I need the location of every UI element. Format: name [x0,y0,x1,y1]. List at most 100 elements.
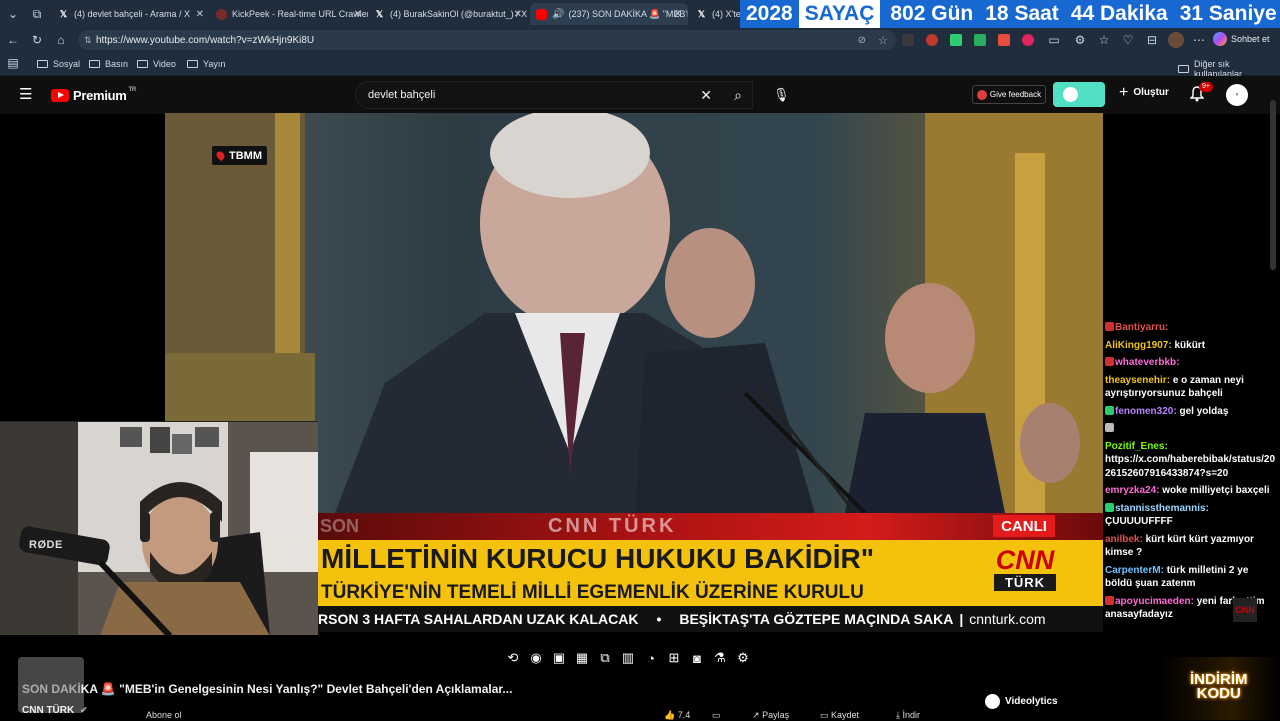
extension-toggle[interactable] [1053,82,1105,107]
videolytics-extension[interactable]: Videolytics [985,694,1058,709]
site-info-icon[interactable]: ⇅ [84,35,92,46]
give-feedback-button[interactable]: Give feedback [972,85,1046,104]
sayac-year: 2028 [746,2,793,25]
screenshot-icon[interactable]: ▣ [551,650,567,666]
tab-x-search[interactable]: 𝕏 (4) devlet bahçeli - Arama / X ✕ [52,3,210,25]
microphone-icon[interactable]: 🎙 [773,87,790,103]
dislike-icon[interactable]: ▭ [712,710,721,721]
youtube-premium-logo[interactable]: Premium TR [51,86,137,103]
back-arrow-icon[interactable]: ← [5,32,21,48]
like-button[interactable]: 👍 7.4 [664,710,690,721]
account-avatar[interactable]: ● [1226,84,1248,106]
folder-icon [1178,65,1189,73]
reading-list-icon[interactable]: ▤ [5,55,21,71]
tab-x-other[interactable]: 𝕏 (4) X'te V [690,3,740,25]
downloads-icon[interactable]: ⊟ [1144,32,1160,48]
bookmark-folder-video[interactable]: Video [137,59,176,69]
split-screen-icon[interactable]: ▭ [1046,32,1062,48]
bookmark-label: Yayın [203,59,226,69]
videolytics-label: Videolytics [1005,696,1058,707]
favorite-star-icon[interactable]: ☆ [878,34,888,47]
streamer-webcam [0,421,318,635]
channel-watermark: CNN TÜRK [548,515,677,537]
refresh-icon[interactable]: ↻ [29,32,45,48]
search-icon[interactable]: ⌕ [734,87,742,104]
bookmark-label: Sosyal [53,59,81,69]
create-label: Oluştur [1133,87,1169,98]
save-label: Kaydet [831,710,860,720]
videolytics-icon [985,694,1000,709]
youtube-play-icon [51,89,69,102]
more-menu-icon[interactable]: ⋯ [1191,32,1207,48]
logo-bottom: TÜRK [994,574,1056,591]
tab-x-profile[interactable]: 𝕏 (4) BurakSakinOl (@buraktut_) / X ✕ [368,3,528,25]
extension-icon-5[interactable] [998,34,1010,46]
share-button[interactable]: ↗ Paylaş [752,710,789,721]
logo-country: TR [128,86,137,93]
tab-youtube-active[interactable]: 🔊 (237) SON DAKİKA 🚨 "MEB'in ✕ [530,3,688,25]
chat-message: Bantiyarru: [1103,320,1280,338]
ticker-separator: • [656,611,662,627]
ghost-text: SON [320,516,360,536]
extension-icon-1[interactable] [902,34,914,46]
settings-gear-icon[interactable]: ⚙ [1072,32,1088,48]
page-scrollbar[interactable] [1270,100,1276,270]
create-button[interactable]: + Oluştur [1119,84,1169,100]
speedometer-icon[interactable]: ◔ [643,650,659,666]
channel-name[interactable]: CNN TÜRK ✔ [22,705,88,716]
camera-icon[interactable]: ◙ [689,650,705,666]
close-icon[interactable]: ✕ [514,9,522,20]
chat-username: emryzka24: [1105,485,1160,496]
url-input[interactable]: ⇅ https://www.youtube.com/watch?v=zWkHjn… [78,30,896,50]
extension-icon-4[interactable] [974,34,986,46]
hamburger-menu-icon[interactable]: ☰ [19,87,32,102]
save-button[interactable]: ▭ Kaydet [820,710,859,721]
cnn-mini-logo: CNN [1233,598,1257,622]
bookmark-folder-yayin[interactable]: Yayın [187,59,225,69]
news-ticker: RSON 3 HAFTA SAHALARDAN UZAK KALACAK • B… [318,606,1103,632]
collections-icon[interactable]: ♡ [1120,32,1136,48]
close-icon[interactable]: ✕ [674,9,682,20]
url-text: https://www.youtube.com/watch?v=zWkHjn9K… [96,34,315,46]
download-label: İndir [902,710,921,720]
live-signal-icon[interactable]: ◉ [528,650,544,666]
like-count: 7.4 [677,710,691,720]
subscribe-button[interactable]: Abone ol [146,710,182,720]
favorites-icon[interactable]: ☆ [1096,32,1112,48]
chat-username: AliKingg1907: [1105,339,1172,351]
settings-gear-icon[interactable]: ⚙ [735,650,751,666]
download-button[interactable]: ⤓ İndir [896,710,920,721]
tab-kickpeek[interactable]: KickPeek - Real-time URL Crawler ✕ [210,3,368,25]
clear-search-icon[interactable]: ✕ [700,87,712,104]
home-icon[interactable]: ⌂ [53,32,69,48]
close-icon[interactable]: ✕ [196,9,204,20]
flask-icon[interactable]: ⚗ [712,650,728,666]
picture-in-picture-icon[interactable]: ⧉ [597,650,613,666]
video-title: SON DAKİKA 🚨 "MEB'in Genelgesinin Nesi Y… [22,682,512,696]
film-strip-icon[interactable]: ▦ [574,650,590,666]
workspaces-icon[interactable]: ⧉ [29,6,45,22]
search-input[interactable]: devlet bahçeli ✕ ⌕ [355,81,753,109]
profile-avatar[interactable] [1168,32,1184,48]
copilot-icon [1213,32,1227,46]
add-to-queue-icon[interactable]: ⊞ [666,650,682,666]
extension-icon-6[interactable] [1022,34,1034,46]
copilot-chat-button[interactable]: Sohbet et [1213,32,1270,46]
bookmark-folder-basin[interactable]: Basın [89,59,128,69]
folder-icon [137,60,148,68]
folder-icon [89,60,100,68]
tab-menu-chevron-icon[interactable]: ⌄ [5,6,21,22]
chat-message [1103,421,1280,439]
translate-icon[interactable]: ⊘ [858,35,866,46]
logo-text: Premium [73,88,127,103]
loop-icon[interactable]: ⟲ [505,650,521,666]
extension-icon-3[interactable] [950,34,962,46]
theater-mode-icon[interactable]: ▥ [620,650,636,666]
extension-icon-2[interactable] [926,34,938,46]
bookmark-folder-sosyal[interactable]: Sosyal [37,59,80,69]
chat-username: apoyucimaeden: [1115,595,1194,607]
notification-count-badge: 9+ [1199,82,1213,92]
x-icon: 𝕏 [697,8,706,19]
sayac-seconds: 31 Saniye [1179,2,1277,25]
close-icon[interactable]: ✕ [354,9,362,20]
